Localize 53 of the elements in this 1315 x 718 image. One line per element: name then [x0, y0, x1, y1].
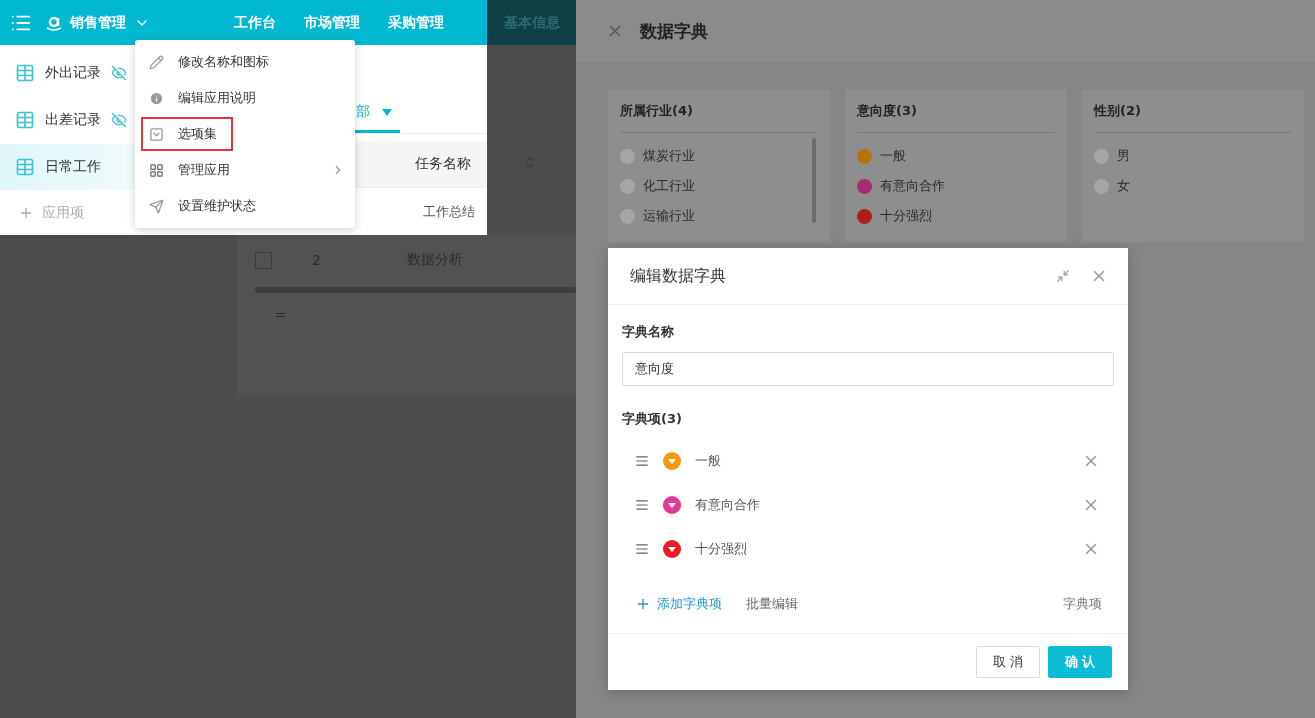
eye-off-icon[interactable]	[111, 112, 127, 129]
card-item-label: 煤炭行业	[643, 147, 695, 165]
caret-icon	[668, 502, 676, 508]
dialog-title: 编辑数据字典	[630, 265, 727, 287]
card-item-label: 化工行业	[643, 177, 695, 195]
add-item-link[interactable]: 添加字典项	[635, 595, 722, 613]
table-icon	[15, 156, 35, 177]
drag-handle-icon[interactable]	[635, 542, 649, 556]
batch-edit-link[interactable]: 批量编辑	[746, 595, 1063, 613]
sidebar-label: 外出记录	[45, 64, 101, 83]
card-item-label: 男	[1117, 147, 1130, 165]
plus-icon	[635, 596, 651, 612]
dictionary-card[interactable]: 所属行业(4) 煤炭行业 化工行业 运输行业	[608, 90, 830, 242]
drag-handle-icon[interactable]	[635, 498, 649, 512]
shrink-icon[interactable]	[1056, 269, 1070, 283]
eye-off-icon[interactable]	[111, 65, 127, 82]
color-picker[interactable]	[663, 496, 681, 514]
grid-icon	[149, 162, 164, 178]
caret-icon	[668, 458, 676, 464]
items-caption: 字典项	[1063, 595, 1102, 613]
info-icon	[149, 90, 164, 106]
card-title: 性别(2)	[1094, 102, 1292, 133]
name-field[interactable]: 意向度	[622, 352, 1114, 386]
sidebar-label: 出差记录	[45, 111, 101, 130]
card-item-label: 运输行业	[643, 207, 695, 225]
card-title: 所属行业(4)	[620, 102, 818, 133]
card-title: 意向度(3)	[857, 102, 1055, 133]
color-picker[interactable]	[663, 540, 681, 558]
send-icon	[149, 198, 164, 214]
cancel-button[interactable]: 取 消	[976, 646, 1040, 678]
footer-mark: =	[275, 307, 286, 322]
sidebar-label: 日常工作	[45, 157, 101, 176]
card-item-label: 女	[1117, 177, 1130, 195]
scrollbar[interactable]	[255, 287, 576, 293]
table-icon	[15, 110, 35, 131]
card-item-label: 有意向合作	[880, 177, 945, 195]
field-label: 字典项(3)	[622, 410, 683, 428]
field-label: 字典名称	[622, 323, 675, 341]
menu-item[interactable]: 修改名称和图标	[135, 44, 355, 80]
scrollbar[interactable]	[812, 138, 816, 223]
caret-icon	[668, 546, 676, 552]
item-label: 一般	[695, 452, 722, 470]
item-label: 十分强烈	[695, 540, 748, 558]
color-picker[interactable]	[663, 452, 681, 470]
caret-icon	[382, 108, 392, 116]
drag-handle-icon[interactable]	[635, 454, 649, 468]
dictionary-card[interactable]: 性别(2) 男 女	[1082, 90, 1304, 242]
drawer-title: 数据字典	[640, 19, 708, 43]
dropdown-box-icon	[149, 126, 164, 142]
item-label: 有意向合作	[695, 496, 761, 514]
pencil-icon	[149, 54, 164, 70]
table-icon	[15, 63, 35, 84]
card-item-label: 十分强烈	[880, 207, 932, 225]
